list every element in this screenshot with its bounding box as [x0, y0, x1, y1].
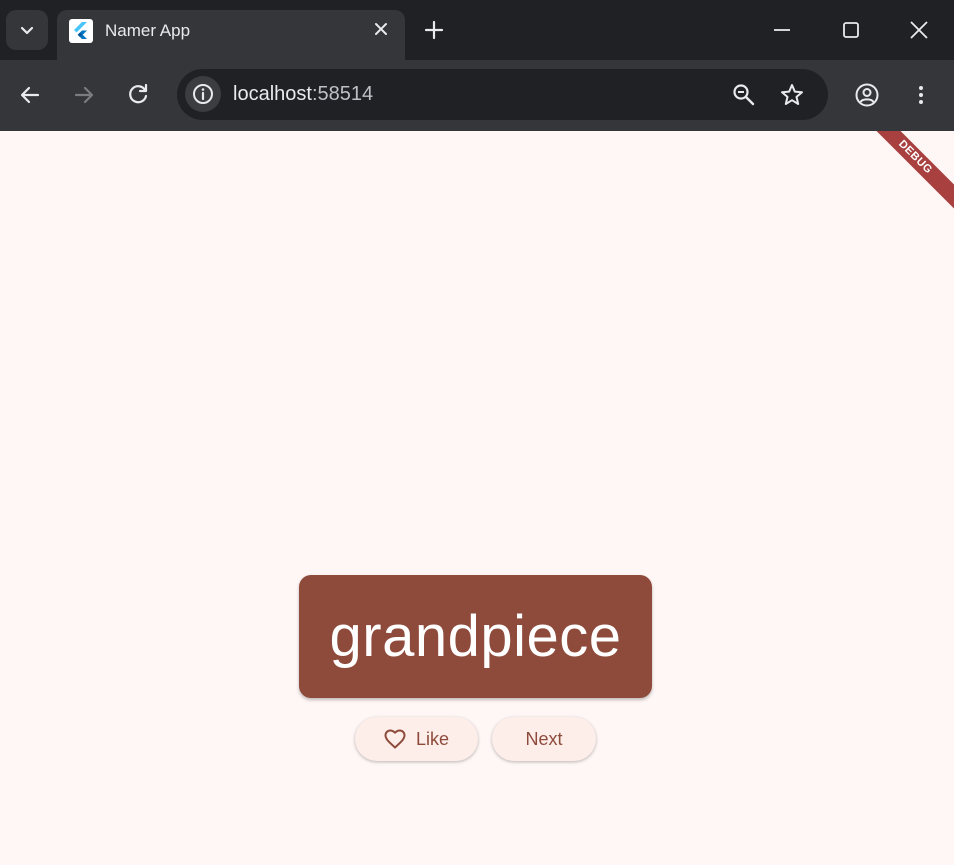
debug-banner: DEBUG: [855, 131, 954, 217]
zoom-icon[interactable]: [731, 82, 757, 108]
url-host: localhost: [233, 83, 312, 105]
new-tab-icon[interactable]: [421, 17, 447, 43]
browser-toolbar: localhost:58514: [0, 60, 954, 131]
url-port: :58514: [311, 83, 374, 105]
minimize-icon[interactable]: [770, 18, 794, 42]
profile-icon[interactable]: [854, 82, 880, 108]
like-button[interactable]: Like: [355, 717, 478, 761]
heart-outline-icon: [384, 729, 406, 749]
flutter-icon: [69, 19, 93, 43]
tab-strip: Namer App: [0, 0, 954, 60]
back-icon[interactable]: [17, 82, 43, 108]
next-button[interactable]: Next: [492, 717, 596, 761]
chevron-down-icon: [20, 26, 34, 35]
next-button-label: Next: [525, 728, 563, 749]
tab-namer-app[interactable]: Namer App: [57, 10, 405, 60]
word-pair-card: grandpiece: [299, 575, 652, 698]
bookmark-star-icon[interactable]: [779, 82, 805, 108]
tab-title: Namer App: [105, 21, 191, 40]
close-icon[interactable]: [371, 19, 391, 39]
url-text[interactable]: localhost:58514: [233, 83, 373, 106]
window-close-icon[interactable]: [907, 18, 931, 42]
tab-search-button[interactable]: [6, 10, 48, 50]
word-pair-text: grandpiece: [329, 604, 622, 669]
like-button-label: Like: [415, 728, 450, 749]
address-bar[interactable]: localhost:58514: [177, 69, 828, 120]
forward-icon[interactable]: [71, 82, 97, 108]
maximize-icon[interactable]: [839, 18, 863, 42]
site-info-icon: [193, 84, 213, 104]
app-content: DEBUG grandpiece Like Next: [0, 131, 954, 865]
menu-icon[interactable]: [908, 82, 934, 108]
site-info-button[interactable]: [185, 76, 221, 112]
browser-window: Namer App localhost:58514 DEBUG grandpie…: [0, 0, 954, 865]
reload-icon[interactable]: [125, 82, 151, 108]
